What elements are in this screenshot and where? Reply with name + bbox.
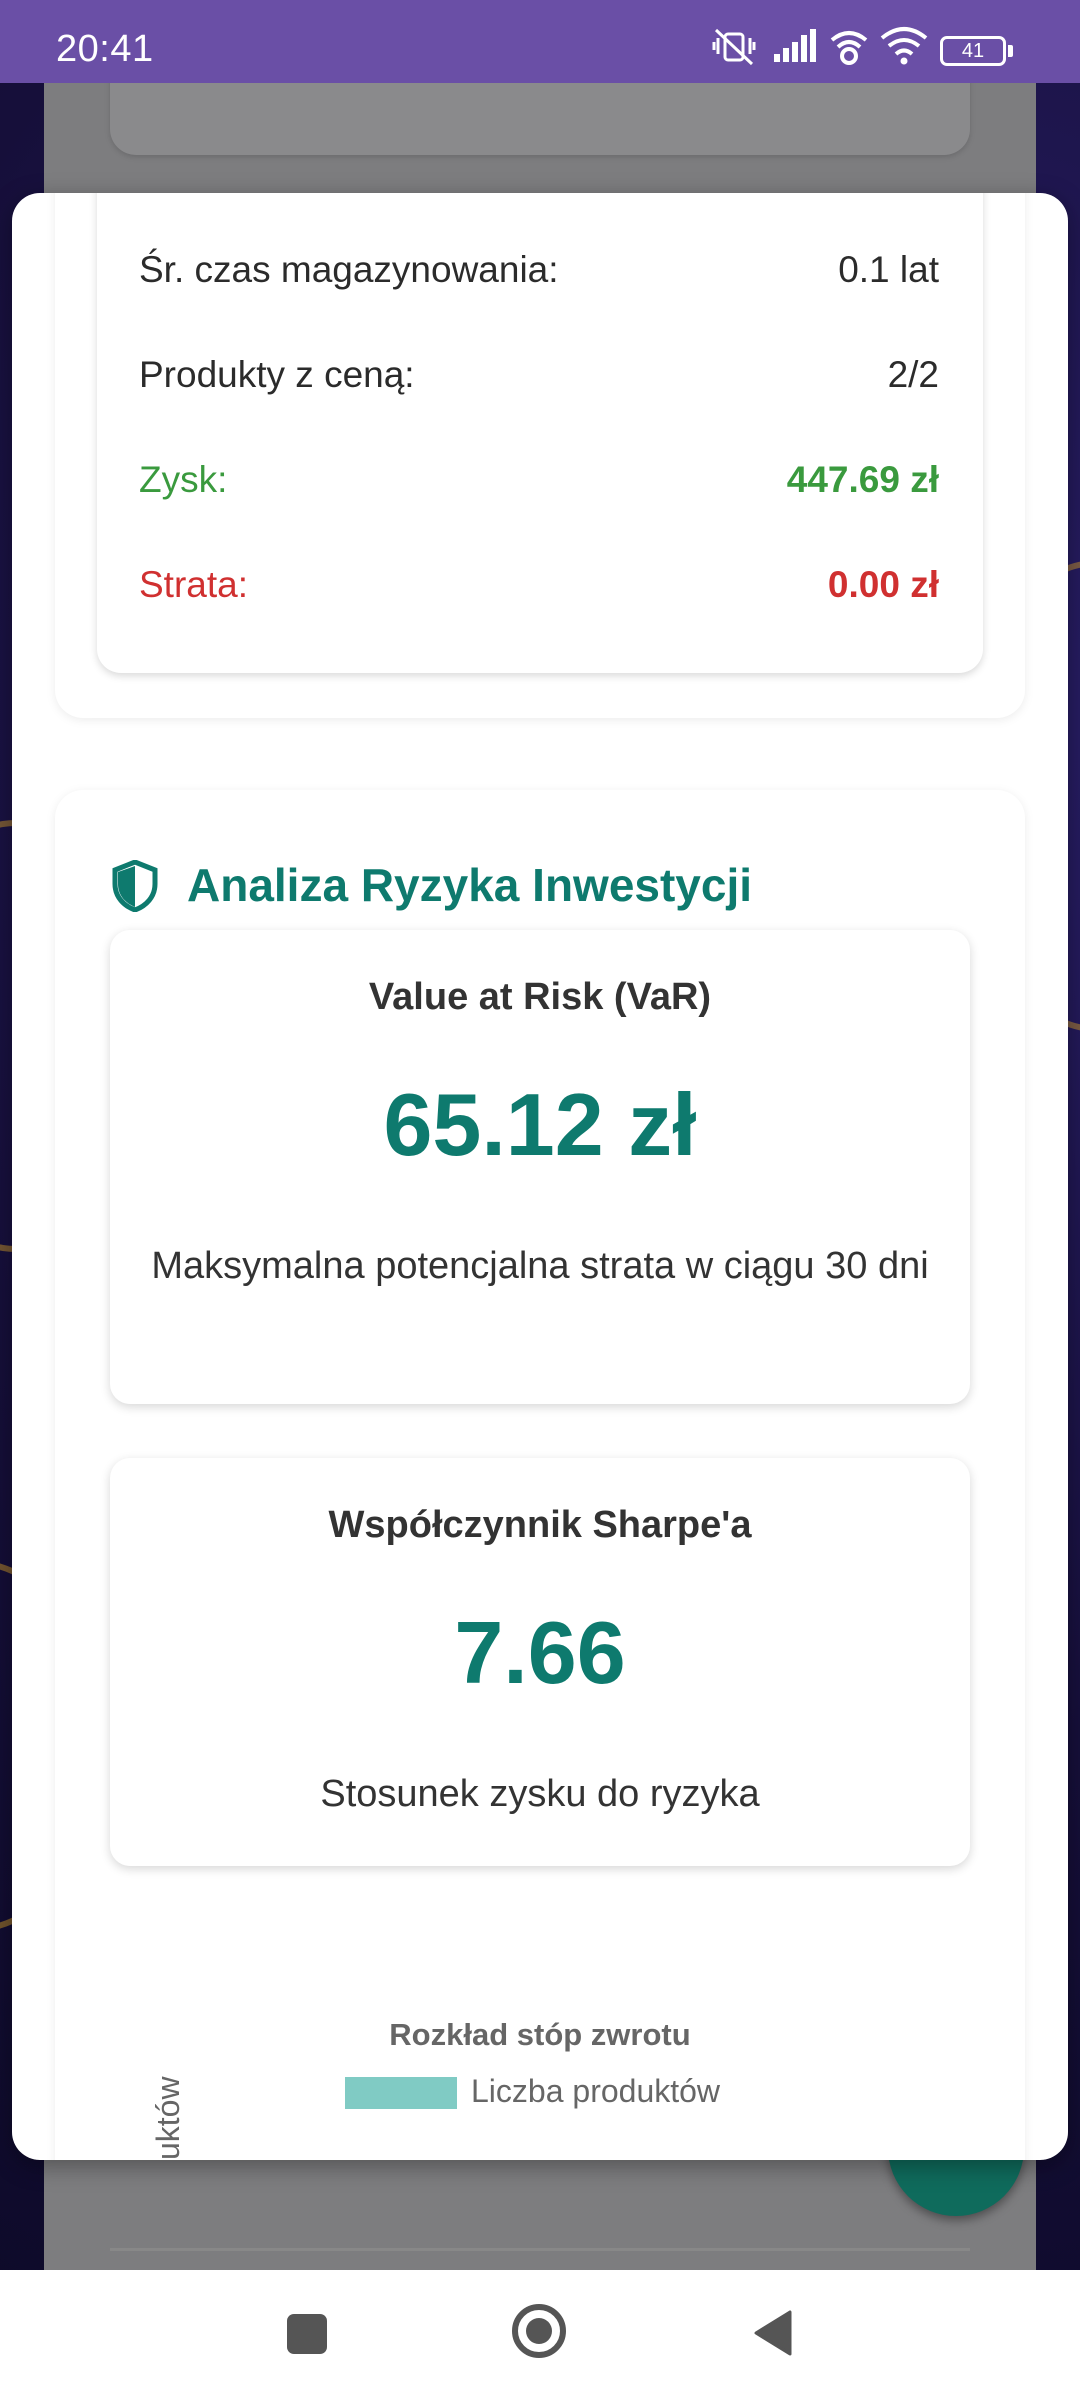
var-title: Value at Risk (VaR) (368, 976, 712, 1018)
var-card: Value at Risk (VaR) 65.12 zł Maksymalna … (110, 930, 970, 1404)
risk-analysis-section: Analiza Ryzyka Inwestycji Value at Risk … (55, 790, 1025, 2160)
stat-label: Produkty z ceną: (139, 354, 415, 395)
var-value: 65.12 zł (383, 1075, 697, 1174)
stats-card: Śr. czas magazynowania: 0.1 lat Produkty… (97, 193, 983, 673)
battery-tip (1008, 45, 1013, 57)
legend-swatch (345, 2077, 457, 2109)
back-button[interactable] (752, 2310, 792, 2356)
sharpe-card: Współczynnik Sharpe'a 7.66 Stosunek zysk… (110, 1458, 970, 1866)
y-axis-label: uktów (150, 2076, 186, 2160)
background-divider (110, 2248, 970, 2251)
stat-row-priced-products: Produkty z ceną: 2/2 (139, 354, 939, 414)
stat-label: Śr. czas magazynowania: (139, 249, 559, 290)
vibrate-off-icon (712, 28, 756, 66)
sharpe-value: 7.66 (454, 1603, 626, 1702)
wifi-icon (880, 27, 928, 65)
stat-row-loss: Strata: 0.00 zł (139, 564, 939, 624)
home-button-dot (526, 2318, 552, 2344)
sharpe-title: Współczynnik Sharpe'a (328, 1504, 752, 1546)
legend-label: Liczba produktów (471, 2073, 721, 2109)
stat-value: 2/2 (887, 354, 939, 395)
battery-icon: 41 (940, 36, 1006, 66)
battery-level: 41 (961, 40, 985, 62)
stats-section: Śr. czas magazynowania: 0.1 lat Produkty… (55, 193, 1025, 718)
stat-row-profit: Zysk: 447.69 zł (139, 459, 939, 519)
stat-label: Zysk: (139, 459, 228, 500)
stat-value: 0.00 zł (827, 564, 939, 605)
status-time: 20:41 (56, 28, 154, 70)
status-bar: 20:41 41 (0, 0, 1080, 83)
stat-label: Strata: (139, 564, 248, 605)
stat-value: 447.69 zł (786, 459, 939, 500)
var-description: Maksymalna potencjalna strata w ciągu 30… (151, 1245, 929, 1287)
shield-icon (112, 860, 158, 912)
stat-value: 0.1 lat (838, 249, 939, 290)
recents-button[interactable] (287, 2314, 327, 2354)
navigation-bar (0, 2270, 1080, 2400)
stat-row-storage-time: Śr. czas magazynowania: 0.1 lat (139, 249, 939, 309)
signal-icon (774, 29, 816, 62)
wifi-calling-icon (830, 31, 868, 65)
statistics-dialog[interactable]: Śr. czas magazynowania: 0.1 lat Produkty… (12, 193, 1068, 2160)
chart-title: Rozkład stóp zwrotu (389, 2017, 691, 2052)
section-title: Analiza Ryzyka Inwestycji (187, 859, 753, 911)
sharpe-description: Stosunek zysku do ryzyka (320, 1773, 760, 1815)
